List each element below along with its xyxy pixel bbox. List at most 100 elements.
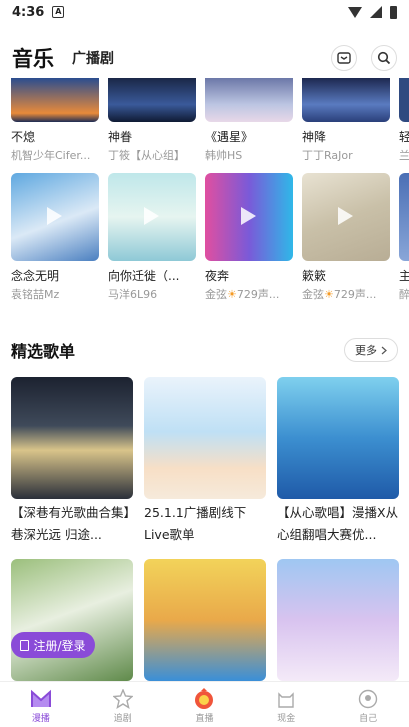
status-time: 4:36 [12, 4, 45, 20]
search-button[interactable] [371, 45, 397, 71]
page-header: 音乐 广播剧 [0, 38, 409, 78]
playlist-name: 【从心歌唱】漫播X从心组翻唱大赛优... [277, 505, 399, 542]
song-artist: 金弦☀729声... [205, 286, 293, 302]
page-title: 音乐 [12, 47, 54, 71]
song-card[interactable]: 不熄 机智少年Cifer... [11, 78, 99, 163]
playlist-card[interactable] [144, 559, 266, 681]
song-card[interactable]: 神降 丁丁RaJor [302, 78, 390, 163]
song-name: 簌簌 [302, 269, 327, 283]
play-icon[interactable] [144, 207, 159, 225]
battery-icon [390, 5, 397, 19]
song-cover [205, 78, 293, 122]
artist-suffix: 729声... [236, 288, 280, 301]
song-row-top: 不熄 机智少年Cifer... 神眷 丁筱【从心组】 《遇星》 韩帅HS 神降 … [11, 78, 409, 163]
song-artist: 韩帅HS [205, 149, 243, 162]
song-artist: 金弦☀729声... [302, 286, 390, 302]
playlist-cover [11, 559, 133, 681]
sun-icon: ☀ [227, 288, 237, 301]
nav-item-manbo[interactable]: 漫播 [0, 682, 82, 727]
profile-icon [357, 688, 379, 710]
notification-a-icon: A [52, 6, 65, 18]
nav-label: 追剧 [113, 714, 132, 724]
tab-radio-drama[interactable]: 广播剧 [72, 48, 114, 68]
song-card[interactable]: 向你迁徙（... 马洋6L96 [108, 173, 196, 302]
song-card[interactable]: 主 醉 [399, 173, 409, 302]
playlist-card[interactable]: 25.1.1广播剧线下Live歌单 [144, 377, 266, 546]
more-label: 更多 [355, 344, 377, 357]
signal-icon [370, 6, 382, 18]
song-card[interactable]: 簌簌 金弦☀729声... [302, 173, 390, 302]
live-icon [193, 688, 215, 710]
song-card[interactable]: 念念无明 袁铭喆Mz [11, 173, 99, 302]
more-button[interactable]: 更多 [344, 338, 398, 362]
playlist-name: 【深巷有光歌曲合集】巷深光远 归途... [11, 505, 130, 542]
playlist-card[interactable]: 【从心歌唱】漫播X从心组翻唱大赛优... [277, 377, 399, 546]
song-artist: 丁筱【从心组】 [108, 149, 185, 162]
playlist-name: 25.1.1广播剧线下Live歌单 [144, 505, 247, 542]
song-cover [11, 173, 99, 261]
song-name: 《遇星》 [205, 130, 254, 144]
song-name: 向你迁徙（... [108, 269, 180, 283]
nav-item-live[interactable]: 直播 [164, 682, 246, 727]
artist-suffix: 729声... [333, 288, 377, 301]
artist-name: 金弦 [205, 288, 227, 301]
playlist-cover [144, 559, 266, 681]
playlist-cover [277, 559, 399, 681]
song-cover [11, 78, 99, 122]
song-cover [302, 78, 390, 122]
song-card[interactable]: 轻 兰 [399, 78, 409, 163]
play-icon[interactable] [338, 207, 353, 225]
song-cover [399, 173, 409, 261]
playlist-cover [11, 377, 133, 499]
cat-icon [275, 688, 297, 710]
song-row-middle: 念念无明 袁铭喆Mz 向你迁徙（... 马洋6L96 夜奔 金弦☀729声...… [11, 173, 409, 302]
song-artist: 兰 [399, 149, 409, 162]
nav-label: 现金 [277, 714, 296, 724]
song-artist: 机智少年Cifer... [11, 149, 91, 162]
playlist-card[interactable] [11, 559, 133, 681]
song-artist: 丁丁RaJor [302, 149, 353, 162]
star-icon [112, 688, 134, 710]
song-cover [302, 173, 390, 261]
user-icon [20, 639, 30, 651]
play-icon[interactable] [47, 207, 62, 225]
manbo-icon [30, 688, 52, 710]
search-icon [377, 51, 391, 65]
nav-item-me[interactable]: 自己 [327, 682, 409, 727]
nav-item-drama[interactable]: 追剧 [82, 682, 164, 727]
playlist-cover [144, 377, 266, 499]
song-name: 念念无明 [11, 269, 60, 283]
song-card[interactable]: 夜奔 金弦☀729声... [205, 173, 293, 302]
bottom-nav: 漫播 追剧 直播 现金 自己 [0, 681, 409, 727]
song-cover [399, 78, 409, 122]
song-card[interactable]: 神眷 丁筱【从心组】 [108, 78, 196, 163]
song-card[interactable]: 《遇星》 韩帅HS [205, 78, 293, 163]
login-button[interactable]: 注册/登录 [11, 632, 95, 658]
wifi-icon [348, 6, 362, 18]
mail-icon [337, 52, 351, 64]
mail-button[interactable] [331, 45, 357, 71]
sun-icon: ☀ [324, 288, 334, 301]
status-bar: 4:36 A [0, 0, 409, 24]
nav-label: 自己 [359, 714, 378, 724]
login-label: 注册/登录 [33, 638, 86, 653]
song-name: 神眷 [108, 130, 133, 144]
playlist-row: 【深巷有光歌曲合集】巷深光远 归途... 25.1.1广播剧线下Live歌单 【… [11, 377, 399, 546]
playlist-card[interactable]: 【深巷有光歌曲合集】巷深光远 归途... [11, 377, 133, 546]
chevron-right-icon [381, 346, 387, 354]
playlist-card[interactable] [277, 559, 399, 681]
song-cover [205, 173, 293, 261]
song-cover [108, 78, 196, 122]
song-name: 不熄 [11, 130, 36, 144]
featured-playlists-title: 精选歌单 [11, 342, 76, 361]
play-icon[interactable] [241, 207, 256, 225]
nav-label: 漫播 [31, 714, 50, 724]
playlist-row [11, 559, 399, 681]
song-artist: 醉 [399, 288, 409, 301]
song-artist: 袁铭喆Mz [11, 288, 60, 301]
nav-item-cash[interactable]: 现金 [245, 682, 327, 727]
song-name: 轻 [399, 130, 409, 144]
song-name: 神降 [302, 130, 327, 144]
artist-name: 金弦 [302, 288, 324, 301]
song-name: 主 [399, 269, 409, 283]
